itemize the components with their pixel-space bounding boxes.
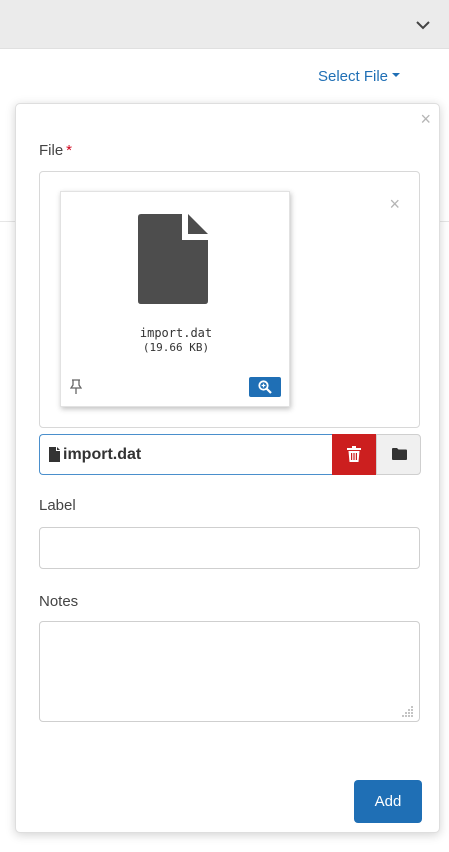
add-button[interactable]: Add [354,780,422,823]
file-icon [49,447,60,462]
pin-icon[interactable] [69,379,83,395]
file-name-value: import.dat [63,446,142,463]
chevron-down-icon[interactable] [415,18,431,32]
thumbnail-file-size: (19.66 KB) [142,341,210,354]
folder-icon [392,448,407,460]
file-field-label: File * [39,142,72,159]
label-input[interactable] [39,527,420,569]
label-field-label: Label [39,497,76,514]
select-file-label: Select File [318,68,389,85]
file-icon [138,214,208,304]
file-thumbnail-card: import.dat (19.66 KB) [60,191,290,407]
page: Select File × File * × import.dat (19.66 … [0,0,449,852]
panel-close-icon[interactable]: × [420,110,431,128]
thumbnail-file-name: import.dat [139,326,213,340]
file-label-text: File [39,142,64,159]
remove-file-button[interactable] [332,434,376,475]
file-preview-box: × import.dat (19.66 KB) [39,171,420,428]
zoom-button[interactable] [249,377,281,397]
resize-grip-icon[interactable] [402,704,414,717]
browse-folder-button[interactable] [376,434,421,475]
trash-icon [347,446,361,462]
top-bar [0,0,449,49]
caret-down-icon [392,73,401,78]
required-marker: * [66,142,73,159]
preview-close-icon[interactable]: × [389,195,400,213]
file-name-field[interactable]: import.dat [39,434,332,475]
notes-textarea[interactable] [39,621,420,722]
upload-panel: × File * × import.dat (19.66 KB) import.… [15,103,440,833]
select-file-dropdown[interactable]: Select File [318,68,401,85]
zoom-icon [258,380,272,394]
notes-field-label: Notes [39,593,79,610]
